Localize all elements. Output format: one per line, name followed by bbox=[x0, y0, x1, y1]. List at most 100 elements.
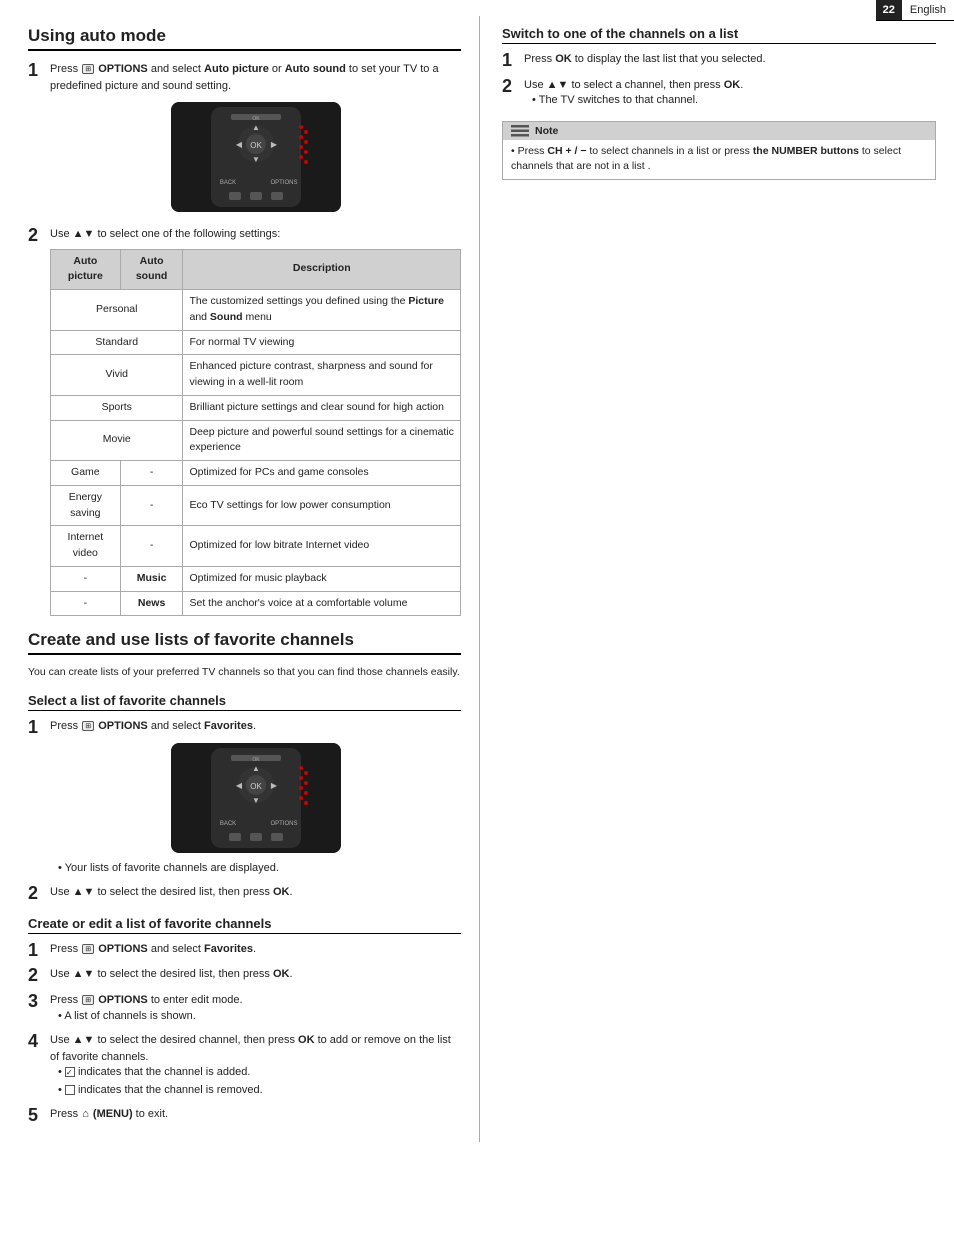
svg-text:▶: ▶ bbox=[270, 140, 277, 149]
options-icon-4: ⊞ bbox=[82, 995, 94, 1005]
create-step-num-4: 4 bbox=[28, 1032, 50, 1052]
remote-image-2: OK ▲ ▼ ◀ ▶ BACK OPTIONS bbox=[171, 743, 341, 853]
select-step-1-bullets: Your lists of favorite channels are disp… bbox=[58, 861, 461, 876]
switch-step-num-1: 1 bbox=[502, 51, 524, 71]
table-cell-merged: Vivid bbox=[51, 355, 183, 396]
svg-text:OK: OK bbox=[252, 757, 260, 763]
switch-step-num-2: 2 bbox=[502, 77, 524, 97]
note-header: Note bbox=[503, 122, 935, 140]
table-cell-col2: - bbox=[120, 526, 183, 567]
create-edit-steps: 1 Press ⊞ OPTIONS and select Favorites. … bbox=[28, 941, 461, 1126]
page-language: English bbox=[902, 0, 954, 20]
create-step-1: 1 Press ⊞ OPTIONS and select Favorites. bbox=[28, 941, 461, 961]
table-cell-col2: - bbox=[120, 485, 183, 526]
table-cell-col1: Energy saving bbox=[51, 485, 121, 526]
table-cell-col2: Music bbox=[120, 566, 183, 591]
note-body: Press CH + / − to select channels in a l… bbox=[503, 140, 935, 180]
note-lines-icon bbox=[511, 124, 529, 138]
table-cell-col1: Game bbox=[51, 461, 121, 486]
step-2-content: Use ▲▼ to select one of the following se… bbox=[50, 226, 461, 616]
table-cell-description: Optimized for PCs and game consoles bbox=[183, 461, 461, 486]
switch-channels-steps: 1 Press OK to display the last list that… bbox=[502, 51, 936, 111]
table-cell-description: Set the anchor's voice at a comfortable … bbox=[183, 591, 461, 616]
select-step-1: 1 Press ⊞ OPTIONS and select Favorites. bbox=[28, 718, 461, 878]
svg-text:OK: OK bbox=[252, 116, 260, 122]
table-cell-merged: Personal bbox=[51, 290, 183, 331]
table-header-auto-picture: Auto picture bbox=[51, 249, 121, 290]
section-title-auto-mode: Using auto mode bbox=[28, 26, 461, 51]
options-icon: ⊞ bbox=[82, 64, 94, 74]
table-cell-description: For normal TV viewing bbox=[183, 330, 461, 355]
note-label: Note bbox=[535, 125, 558, 137]
create-step-num-3: 3 bbox=[28, 992, 50, 1012]
page-content: Using auto mode 1 Press ⊞ OPTIONS and se… bbox=[0, 0, 954, 1142]
left-column: Using auto mode 1 Press ⊞ OPTIONS and se… bbox=[0, 16, 480, 1142]
table-cell-col1: - bbox=[51, 591, 121, 616]
table-cell-description: Enhanced picture contrast, sharpness and… bbox=[183, 355, 461, 396]
section-using-auto-mode: Using auto mode 1 Press ⊞ OPTIONS and se… bbox=[28, 26, 461, 616]
create-step-num-5: 5 bbox=[28, 1106, 50, 1126]
switch-step-1: 1 Press OK to display the last list that… bbox=[502, 51, 936, 71]
auto-mode-table: Auto picture Auto sound Description Pers… bbox=[50, 249, 461, 617]
svg-text:BACK: BACK bbox=[219, 821, 235, 827]
svg-text:◀: ◀ bbox=[235, 781, 242, 790]
page-number: 22 bbox=[876, 0, 902, 20]
table-cell-description: The customized settings you defined usin… bbox=[183, 290, 461, 331]
page-header: 22 English bbox=[876, 0, 954, 21]
bullet-channel-removed: indicates that the channel is removed. bbox=[58, 1083, 461, 1098]
table-cell-col2: - bbox=[120, 461, 183, 486]
svg-text:▲: ▲ bbox=[252, 764, 260, 773]
table-cell-col2: News bbox=[120, 591, 183, 616]
bullet-channel-added: indicates that the channel is added. bbox=[58, 1065, 461, 1080]
note-box: Note Press CH + / − to select channels i… bbox=[502, 121, 936, 181]
switch-step-2: 2 Use ▲▼ to select a channel, then press… bbox=[502, 77, 936, 111]
subsection-title-create-edit: Create or edit a list of favorite channe… bbox=[28, 916, 461, 934]
select-favorites-steps: 1 Press ⊞ OPTIONS and select Favorites. bbox=[28, 718, 461, 904]
svg-text:◀: ◀ bbox=[235, 140, 242, 149]
checked-icon bbox=[65, 1067, 75, 1077]
table-cell-description: Optimized for music playback bbox=[183, 566, 461, 591]
create-step-4-content: Use ▲▼ to select the desired channel, th… bbox=[50, 1032, 461, 1100]
auto-mode-steps: 1 Press ⊞ OPTIONS and select Auto pictur… bbox=[28, 61, 461, 616]
switch-step-1-content: Press OK to display the last list that y… bbox=[524, 51, 936, 68]
svg-text:OPTIONS: OPTIONS bbox=[270, 180, 297, 186]
select-step-1-content: Press ⊞ OPTIONS and select Favorites. OK bbox=[50, 718, 461, 878]
select-step-2: 2 Use ▲▼ to select the desired list, the… bbox=[28, 884, 461, 904]
svg-text:▲: ▲ bbox=[252, 123, 260, 132]
svg-text:▼: ▼ bbox=[252, 155, 260, 164]
table-cell-merged: Movie bbox=[51, 420, 183, 461]
auto-mode-step-2: 2 Use ▲▼ to select one of the following … bbox=[28, 226, 461, 616]
subsection-create-edit-favorites: Create or edit a list of favorite channe… bbox=[28, 916, 461, 1126]
create-step-5-content: Press ⌂ (MENU) to exit. bbox=[50, 1106, 461, 1123]
svg-text:OPTIONS: OPTIONS bbox=[270, 821, 297, 827]
home-icon: ⌂ bbox=[82, 1106, 89, 1123]
table-cell-description: Brilliant picture settings and clear sou… bbox=[183, 395, 461, 420]
table-cell-description: Optimized for low bitrate Internet video bbox=[183, 526, 461, 567]
select-step-num-2: 2 bbox=[28, 884, 50, 904]
table-header-auto-sound: Auto sound bbox=[120, 249, 183, 290]
create-step-3-bullets: A list of channels is shown. bbox=[58, 1009, 461, 1024]
create-step-2: 2 Use ▲▼ to select the desired list, the… bbox=[28, 966, 461, 986]
svg-text:BACK: BACK bbox=[219, 180, 235, 186]
table-cell-merged: Sports bbox=[51, 395, 183, 420]
bullet-favorites-displayed: Your lists of favorite channels are disp… bbox=[58, 861, 461, 876]
unchecked-icon bbox=[65, 1085, 75, 1095]
right-column: Switch to one of the channels on a list … bbox=[480, 16, 954, 1142]
switch-step-2-bullets: The TV switches to that channel. bbox=[532, 93, 936, 108]
table-cell-description: Eco TV settings for low power consumptio… bbox=[183, 485, 461, 526]
options-icon-3: ⊞ bbox=[82, 944, 94, 954]
svg-text:▼: ▼ bbox=[252, 796, 260, 805]
subsection-title-select: Select a list of favorite channels bbox=[28, 693, 461, 711]
section-title-favorites: Create and use lists of favorite channel… bbox=[28, 630, 461, 655]
note-item-1: Press CH + / − to select channels in a l… bbox=[511, 144, 927, 176]
select-step-num-1: 1 bbox=[28, 718, 50, 738]
table-cell-col1: Internet video bbox=[51, 526, 121, 567]
switch-step-2-content: Use ▲▼ to select a channel, then press O… bbox=[524, 77, 936, 111]
bullet-tv-switches: The TV switches to that channel. bbox=[532, 93, 936, 108]
svg-text:OK: OK bbox=[250, 141, 262, 150]
bullet-channels-shown: A list of channels is shown. bbox=[58, 1009, 461, 1024]
create-step-1-content: Press ⊞ OPTIONS and select Favorites. bbox=[50, 941, 461, 958]
table-cell-col1: - bbox=[51, 566, 121, 591]
create-step-num-2: 2 bbox=[28, 966, 50, 986]
subsection-select-favorites: Select a list of favorite channels 1 Pre… bbox=[28, 693, 461, 904]
